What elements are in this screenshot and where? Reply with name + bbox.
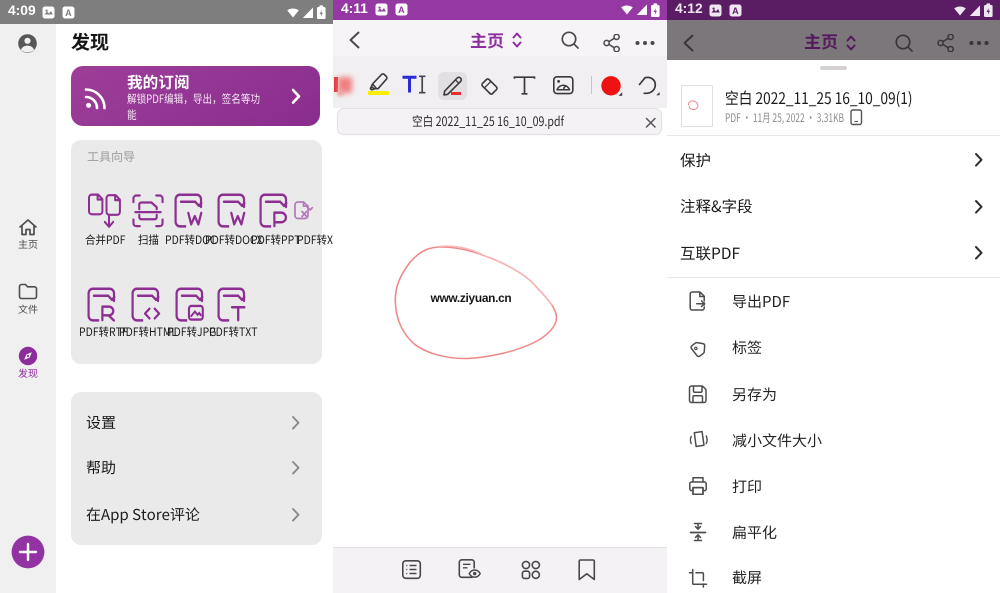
svg-text:A: A bbox=[732, 5, 739, 15]
svg-text:A: A bbox=[398, 5, 405, 15]
svg-text:A: A bbox=[65, 7, 72, 17]
